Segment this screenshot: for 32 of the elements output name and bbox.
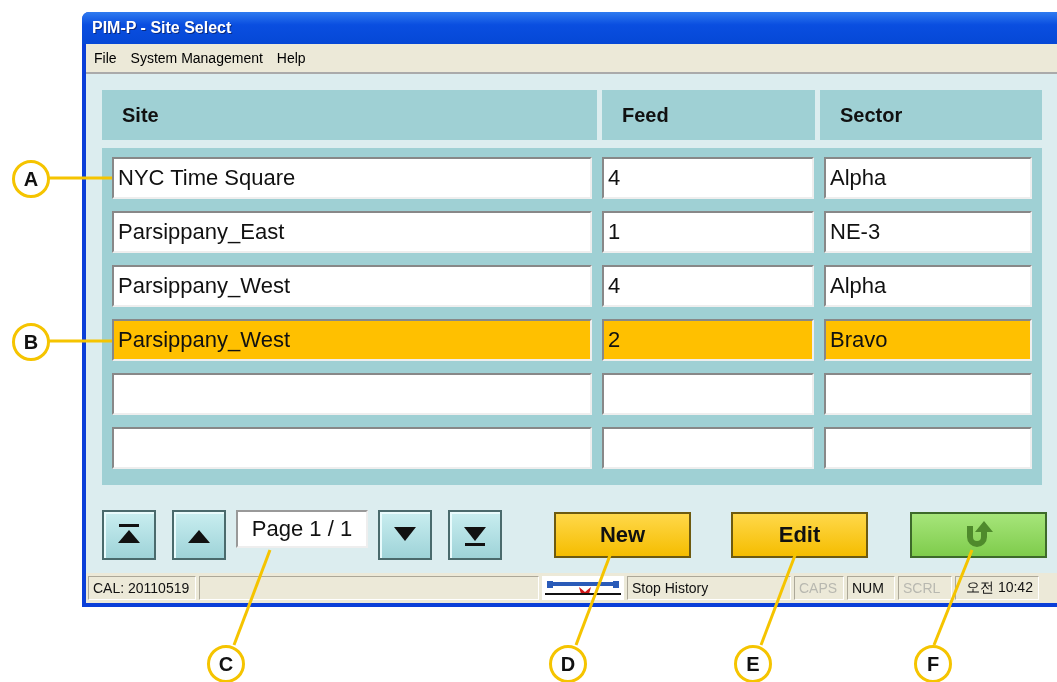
window-title: PIM-P - Site Select <box>92 19 232 37</box>
column-header: Sector <box>820 90 1042 140</box>
history-status: Stop History <box>627 576 791 600</box>
callout-label: E <box>734 645 772 682</box>
callout-label: C <box>207 645 245 682</box>
table-cell[interactable]: Parsippany_West <box>112 265 592 307</box>
column-header: Feed <box>602 90 815 140</box>
table-cell[interactable]: Parsippany_East <box>112 211 592 253</box>
table-cell[interactable]: 1 <box>602 211 814 253</box>
menu-item[interactable]: System Management <box>130 50 263 66</box>
page-indicator: Page 1 / 1 <box>236 510 368 548</box>
edit-button[interactable]: Edit <box>731 512 868 558</box>
table-cell[interactable]: NYC Time Square <box>112 157 592 199</box>
callout-label: F <box>914 645 952 682</box>
table-cell[interactable]: Alpha <box>824 265 1032 307</box>
table-cell[interactable]: 4 <box>602 265 814 307</box>
table-cell[interactable]: Alpha <box>824 157 1032 199</box>
callout-label: A <box>12 160 50 198</box>
clock: 오전 10:42 <box>955 576 1039 600</box>
table-cell[interactable]: Parsippany_West <box>112 319 592 361</box>
table-cell[interactable]: 4 <box>602 157 814 199</box>
menu-item[interactable]: Help <box>276 50 306 66</box>
callout-label: B <box>12 323 50 361</box>
table-cell[interactable]: 2 <box>602 319 814 361</box>
calibration-date: CAL: 20110519 <box>88 576 196 600</box>
key-indicator: NUM <box>847 576 895 600</box>
table-cell[interactable]: Bravo <box>824 319 1032 361</box>
callout-label: D <box>549 645 587 682</box>
table-cell[interactable]: NE-3 <box>824 211 1032 253</box>
new-button[interactable]: New <box>554 512 691 558</box>
menu-item[interactable]: File <box>94 50 117 66</box>
column-header: Site <box>102 90 597 140</box>
